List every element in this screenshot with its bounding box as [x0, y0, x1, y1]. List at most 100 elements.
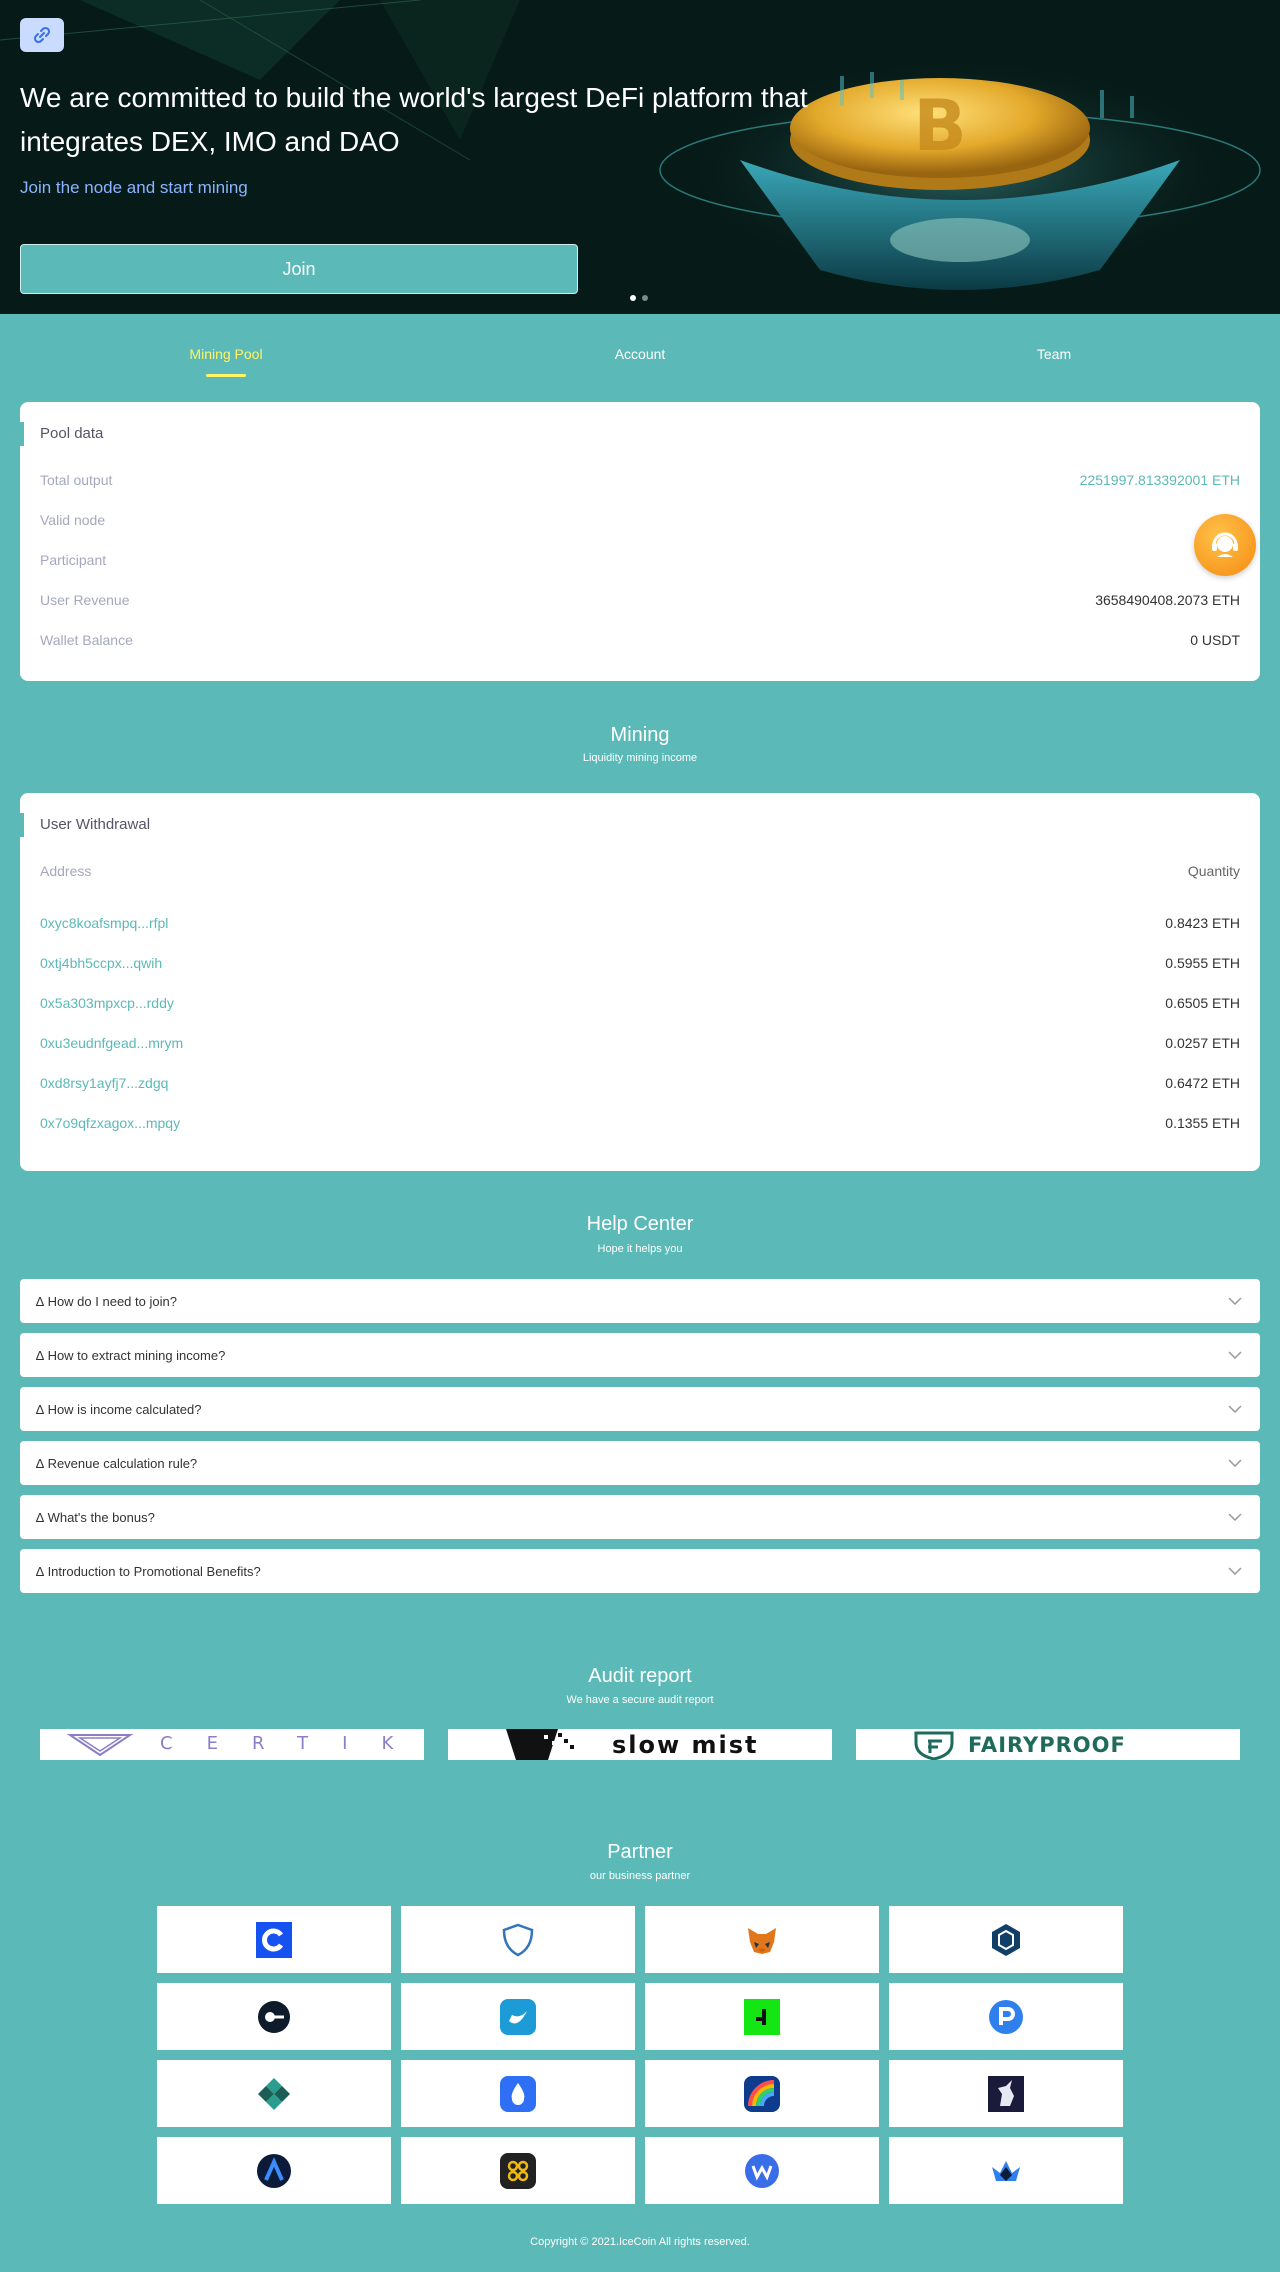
chevron-down-icon — [1228, 1351, 1242, 1359]
partner-pundix[interactable] — [889, 1983, 1123, 2050]
withdrawal-quantity: 0.1355 ETH — [1165, 1115, 1240, 1131]
withdrawal-quantity: 0.5955 ETH — [1165, 955, 1240, 971]
withdrawal-address: 0xu3eudnfgead...mrym — [40, 1035, 184, 1051]
faq-item[interactable]: ∆ Revenue calculation rule? — [20, 1441, 1260, 1485]
main-tabs: Mining Pool Account Team — [0, 346, 1280, 386]
partner-subtitle: our business partner — [589, 1870, 691, 1882]
user-withdrawal-title: User Withdrawal — [20, 813, 150, 837]
faq-item[interactable]: ∆ How is income calculated? — [20, 1387, 1260, 1431]
pool-data-title: Pool data — [20, 422, 103, 446]
partner-bitkeep[interactable] — [401, 1983, 635, 2050]
join-button[interactable]: Join — [20, 244, 578, 294]
withdrawal-quantity: 0.6472 ETH — [1165, 1075, 1240, 1091]
partner-rainbow[interactable] — [645, 2060, 879, 2127]
partner-circle[interactable] — [157, 1983, 391, 2050]
withdrawal-address: 0xd8rsy1ayfj7...zdgq — [40, 1075, 169, 1091]
slowmist-logo-text: slow mist — [612, 1731, 759, 1759]
tab-mining-pool[interactable]: Mining Pool — [189, 346, 262, 362]
diamond-logo — [258, 2077, 290, 2110]
link-icon — [33, 26, 51, 44]
link-button[interactable] — [20, 18, 64, 52]
withdrawal-row: 0x5a303mpxcp...rddy 0.6505 ETH — [40, 995, 1240, 1015]
crown-logo — [992, 2160, 1020, 2181]
mining-section-subtitle: Liquidity mining income — [582, 752, 698, 764]
active-tab-indicator — [206, 374, 246, 377]
faq-item[interactable]: ∆ How do I need to join? — [20, 1279, 1260, 1323]
faq-item[interactable]: ∆ How to extract mining income? — [20, 1333, 1260, 1377]
faq-item[interactable]: ∆ What's the bonus? — [20, 1495, 1260, 1539]
partner-w[interactable] — [645, 2137, 879, 2204]
partner-green-wallet[interactable] — [645, 1983, 879, 2050]
pool-row: Total output 2251997.813392001 ETH — [40, 472, 1240, 492]
chevron-down-icon — [1228, 1513, 1242, 1521]
help-center-subtitle: Hope it helps you — [597, 1243, 683, 1255]
drop-logo — [500, 2075, 536, 2112]
pool-row-label: Valid node — [40, 512, 106, 528]
pool-row-value: 2251997.813392001 ETH — [1079, 472, 1240, 488]
faq-item[interactable]: ∆ Introduction to Promotional Benefits? — [20, 1549, 1260, 1593]
pool-row-value: 3658490408.2073 ETH — [1095, 592, 1240, 608]
fairyproof-logo: FAIRYPROOF — [856, 1729, 1240, 1760]
partner-infinity[interactable] — [401, 2137, 635, 2204]
address-column-header: Address — [40, 863, 92, 879]
pool-row: User Revenue 3658490408.2073 ETH — [40, 592, 1240, 612]
partner-drop[interactable] — [401, 2060, 635, 2127]
withdrawal-row: 0x7o9qfzxagox...mpqy 0.1355 ETH — [40, 1115, 1240, 1135]
hero-title: We are committed to build the world's la… — [20, 82, 808, 157]
partner-trust-wallet[interactable] — [401, 1906, 635, 1973]
pool-row-value: 0 USDT — [1190, 632, 1240, 648]
carousel-dot-active[interactable] — [630, 295, 636, 301]
crypto-com-logo — [992, 1923, 1020, 1956]
footer-copyright: Copyright © 2021.IceCoin All rights rese… — [530, 2236, 750, 2248]
svg-text:B: B — [913, 85, 966, 167]
rainbow-logo — [744, 2075, 780, 2112]
bitkeep-logo — [500, 1998, 536, 2035]
faq-question: ∆ How do I need to join? — [36, 1293, 177, 1309]
trust-wallet-logo — [502, 1923, 534, 1956]
tab-account[interactable]: Account — [615, 346, 666, 362]
withdrawal-quantity: 0.0257 ETH — [1165, 1035, 1240, 1051]
customer-support-button[interactable] — [1194, 514, 1256, 576]
withdrawal-header: Address Quantity — [40, 863, 1240, 883]
faq-question: ∆ How to extract mining income? — [36, 1347, 226, 1363]
hero-subtitle: Join the node and start mining — [20, 178, 248, 197]
withdrawal-row: 0xd8rsy1ayfj7...zdgq 0.6472 ETH — [40, 1075, 1240, 1095]
withdrawal-address: 0xtj4bh5ccpx...qwih — [40, 955, 163, 971]
pool-row-label: Total output — [40, 472, 113, 488]
withdrawal-quantity: 0.8423 ETH — [1165, 915, 1240, 931]
withdrawal-row: 0xyc8koafsmpq...rfpl 0.8423 ETH — [40, 915, 1240, 935]
chevron-down-icon — [1228, 1459, 1242, 1467]
partner-crown[interactable] — [889, 2137, 1123, 2204]
w-logo — [745, 2153, 779, 2188]
pool-row: Participant — [40, 552, 1240, 572]
help-center-title: Help Center — [586, 1213, 694, 1235]
withdrawal-row: 0xu3eudnfgead...mrym 0.0257 ETH — [40, 1035, 1240, 1055]
tab-team[interactable]: Team — [1037, 346, 1071, 362]
certik-logo: CERTIK — [40, 1729, 424, 1760]
faq-question: ∆ How is income calculated? — [36, 1401, 202, 1417]
partner-coinbase[interactable] — [157, 1906, 391, 1973]
chevron-down-icon — [1228, 1297, 1242, 1305]
a-logo — [257, 2153, 291, 2188]
user-withdrawal-card: User Withdrawal Address Quantity 0xyc8ko… — [20, 793, 1260, 1171]
partner-metamask[interactable] — [645, 1906, 879, 1973]
pool-row-label: User Revenue — [40, 592, 130, 608]
coinbase-logo — [256, 1921, 292, 1958]
partner-diamond[interactable] — [157, 2060, 391, 2127]
pool-row-label: Participant — [40, 552, 107, 568]
partner-unicorn[interactable] — [889, 2060, 1123, 2127]
withdrawal-quantity: 0.6505 ETH — [1165, 995, 1240, 1011]
infinity-logo — [500, 2152, 536, 2189]
withdrawal-address: 0x7o9qfzxagox...mpqy — [40, 1115, 181, 1131]
pool-row-label: Wallet Balance — [40, 632, 133, 648]
faq-question: ∆ What's the bonus? — [36, 1509, 155, 1525]
certik-logo-text: CERTIK — [160, 1733, 424, 1754]
withdrawal-address: 0x5a303mpxcp...rddy — [40, 995, 174, 1011]
partner-crypto-com[interactable] — [889, 1906, 1123, 1973]
carousel-dot[interactable] — [642, 295, 648, 301]
pool-data-card: Pool data Total output 2251997.813392001… — [20, 402, 1260, 681]
partner-title: Partner — [607, 1841, 673, 1863]
partner-a[interactable] — [157, 2137, 391, 2204]
pundix-logo — [989, 1999, 1023, 2034]
pool-row: Wallet Balance 0 USDT — [40, 632, 1240, 652]
